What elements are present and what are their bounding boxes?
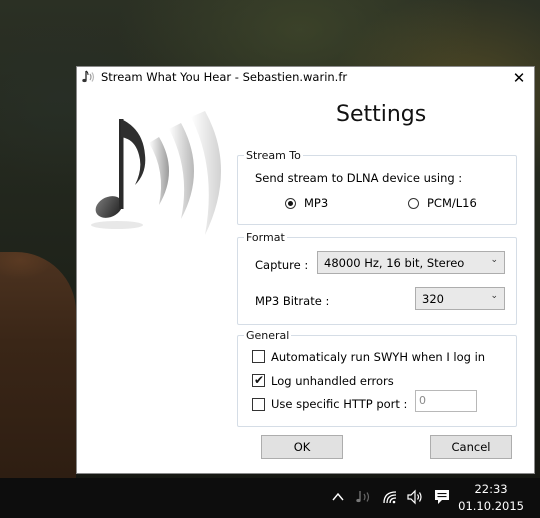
settings-heading: Settings xyxy=(336,102,427,127)
stream-to-legend: Stream To xyxy=(246,149,301,162)
settings-window: Stream What You Hear - Sebastien.warin.f… xyxy=(76,66,535,474)
chevron-down-icon: ⌄ xyxy=(490,291,498,301)
notification-icon[interactable] xyxy=(433,488,451,506)
ok-button[interactable]: OK xyxy=(261,435,343,459)
general-legend: General xyxy=(246,329,290,342)
network-icon[interactable] xyxy=(382,489,400,505)
http-port-input[interactable]: 0 xyxy=(415,390,477,412)
log-errors-checkbox[interactable]: ✔ xyxy=(252,373,265,387)
swyh-tray-icon[interactable] xyxy=(354,489,372,505)
format-group: Format xyxy=(237,231,517,325)
auto-run-checkbox[interactable] xyxy=(252,350,265,363)
pcm-l16-radio-label[interactable]: PCM/L16 xyxy=(427,196,477,210)
volume-icon[interactable] xyxy=(406,489,424,505)
swyh-app-icon xyxy=(82,70,95,83)
stream-to-group: Stream To xyxy=(237,149,517,225)
clock-time: 22:33 xyxy=(474,482,508,496)
chevron-down-icon: ⌄ xyxy=(490,255,498,265)
chevron-up-icon[interactable] xyxy=(332,492,344,502)
wallpaper-bear xyxy=(0,252,76,478)
http-port-value: 0 xyxy=(419,394,426,407)
stream-to-label: Send stream to DLNA device using : xyxy=(255,171,463,185)
music-note-sound-logo xyxy=(91,111,221,235)
radio-selected-dot xyxy=(288,201,293,206)
auto-run-label[interactable]: Automaticaly run SWYH when I log in xyxy=(271,350,485,364)
close-icon: ✕ xyxy=(512,69,526,87)
capture-label: Capture : xyxy=(255,258,309,272)
mp3-radio[interactable] xyxy=(285,198,296,209)
http-port-label[interactable]: Use specific HTTP port : xyxy=(271,397,407,411)
capture-select-value: 48000 Hz, 16 bit, Stereo xyxy=(324,256,465,270)
mp3-bitrate-select[interactable]: 320 ⌄ xyxy=(415,287,505,310)
capture-select[interactable]: 48000 Hz, 16 bit, Stereo ⌄ xyxy=(317,251,505,274)
close-button[interactable]: ✕ xyxy=(504,67,534,89)
clock[interactable]: 22:33 01.10.2015 xyxy=(458,481,524,515)
cancel-button-label: Cancel xyxy=(451,440,491,454)
cancel-button[interactable]: Cancel xyxy=(430,435,512,459)
format-legend: Format xyxy=(246,231,285,244)
ok-button-label: OK xyxy=(293,440,311,454)
http-port-checkbox[interactable] xyxy=(252,398,265,411)
mp3-bitrate-select-value: 320 xyxy=(422,292,444,306)
mp3-radio-label[interactable]: MP3 xyxy=(304,196,328,210)
title-bar[interactable]: Stream What You Hear - Sebastien.warin.f… xyxy=(77,67,534,89)
log-errors-label[interactable]: Log unhandled errors xyxy=(271,374,394,388)
clock-date: 01.10.2015 xyxy=(458,499,524,513)
mp3-bitrate-label: MP3 Bitrate : xyxy=(255,294,330,308)
taskbar: 22:33 01.10.2015 xyxy=(0,478,540,518)
pcm-l16-radio[interactable] xyxy=(408,198,419,209)
window-title: Stream What You Hear - Sebastien.warin.f… xyxy=(101,70,348,84)
checkmark-icon: ✔ xyxy=(254,373,265,387)
